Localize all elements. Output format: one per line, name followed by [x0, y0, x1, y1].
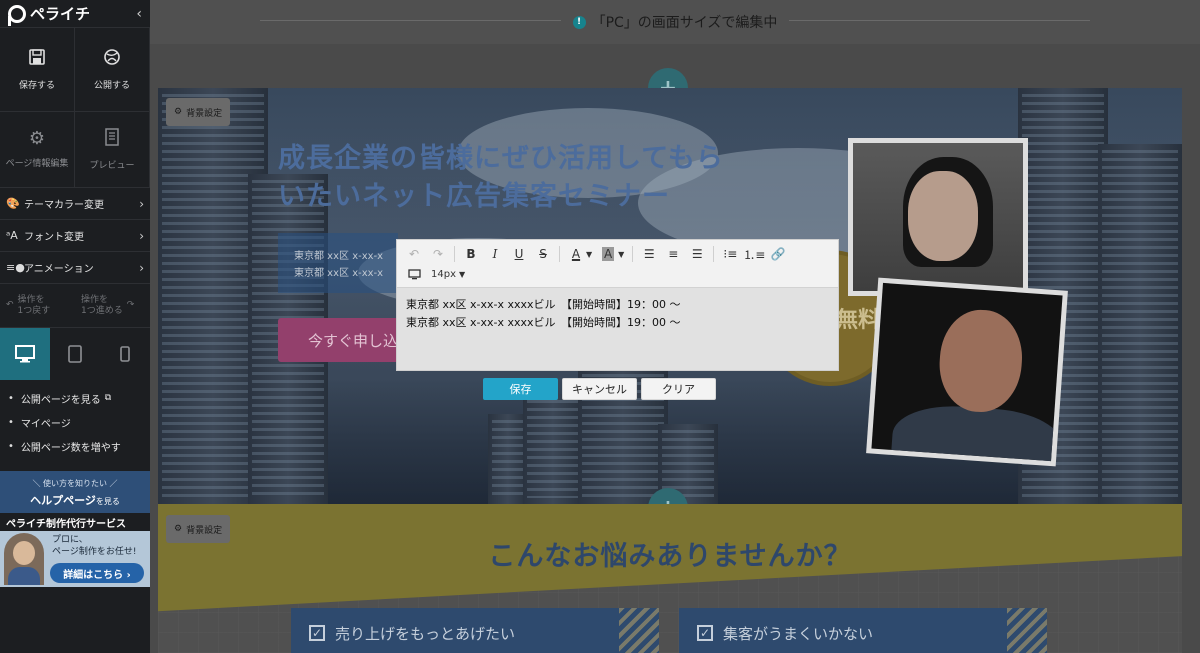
- logo-text: ペライチ: [30, 5, 91, 23]
- caret-down-icon: ▼: [459, 269, 466, 279]
- chevron-right-icon: ›: [139, 260, 144, 275]
- font-icon: ᵃA: [6, 229, 18, 242]
- redo-icon[interactable]: ↷: [427, 244, 449, 264]
- numbered-list-icon[interactable]: ⒈≡: [743, 244, 765, 264]
- bullet-list-icon[interactable]: ⁝≡: [719, 244, 741, 264]
- page-info-label: ページ情報編集: [5, 159, 69, 169]
- problems-title[interactable]: こんなお悩みありませんか？: [158, 534, 1182, 573]
- highlight-color-icon[interactable]: A: [597, 244, 619, 264]
- menu-theme-color[interactable]: 🎨 テーマカラー変更 ›: [0, 188, 150, 220]
- link-icon[interactable]: 🔗: [767, 244, 789, 264]
- hero-address-text[interactable]: 東京都 xx区 x-xx-x 東京都 xx区 x-xx-x: [294, 248, 383, 282]
- device-pc-button[interactable]: [0, 328, 50, 380]
- agency-service-banner[interactable]: ペライチ制作代行サービス プロに、 ページ制作をお任せ! 詳細はこちら ›: [0, 513, 150, 587]
- chevron-right-icon: ›: [139, 228, 144, 243]
- document-icon: [104, 128, 120, 150]
- strikethrough-icon[interactable]: S: [532, 244, 554, 264]
- align-right-icon[interactable]: ☰: [686, 244, 708, 264]
- logo-icon: [8, 4, 26, 26]
- logo-bar: ペライチ ‹: [0, 0, 150, 28]
- speaker-photo-man[interactable]: [866, 277, 1068, 467]
- help-page-banner[interactable]: ＼ 使い方を知りたい ／ ヘルプページを見る: [0, 471, 150, 515]
- agency-text: プロに、 ページ制作をお任せ!: [52, 535, 137, 557]
- device-smartphone-button[interactable]: [100, 328, 150, 380]
- chevron-right-icon: ›: [139, 196, 144, 211]
- speaker-photo-woman[interactable]: [848, 138, 1028, 296]
- editor-clear-button[interactable]: クリア: [641, 378, 716, 400]
- monitor-icon: [403, 264, 425, 284]
- external-link-icon: ⧉: [104, 393, 112, 403]
- globe-icon: [103, 48, 121, 70]
- rich-text-editor: ↶ ↷ B I U S A ▼ A ▼ ☰ ≡ ☰ ⁝≡ ⒈≡ 🔗 14px ▼…: [396, 239, 839, 371]
- hero-title[interactable]: 成長企業の皆様にぜひ活用してもら いたいネット広告集客セミナー: [278, 140, 724, 216]
- screen-size-bar: ! 「PC」の画面サイズで編集中: [150, 0, 1200, 44]
- action-grid: 保存する 公開する ⚙ ページ情報編集 プレビュー: [0, 28, 150, 188]
- editor-actions: 保存 キャンセル クリア: [483, 378, 716, 400]
- editor-save-button[interactable]: 保存: [483, 378, 558, 400]
- smartphone-icon: [120, 346, 130, 362]
- redo-icon: ↷: [126, 300, 135, 311]
- align-center-icon[interactable]: ≡: [662, 244, 684, 264]
- menu-font[interactable]: ᵃA フォント変更 ›: [0, 220, 150, 252]
- device-switcher: [0, 328, 150, 380]
- floppy-disk-icon: [28, 48, 46, 70]
- info-icon: !: [572, 15, 586, 29]
- agency-title: ペライチ制作代行サービス: [0, 513, 150, 531]
- font-size-dropdown[interactable]: 14px ▼: [431, 269, 465, 280]
- problem-card[interactable]: ✓ 集客がうまくいかない: [679, 608, 1047, 653]
- preview-label: プレビュー: [89, 161, 135, 171]
- page-info-button[interactable]: ⚙ ページ情報編集: [0, 112, 75, 188]
- undo-button[interactable]: ↶ 操作を 1つ戻す: [0, 284, 75, 327]
- editor-line: 東京都 xx区 x-xx-x xxxxビル 【開始時間】19：00 ～: [406, 316, 681, 329]
- undo-icon: ↶: [6, 300, 14, 311]
- screen-size-message: 「PC」の画面サイズで編集中: [591, 15, 778, 31]
- sidebar: ペライチ ‹ 保存する 公開する ⚙ ページ情報編集 プレビュー 🎨 テーマカラ…: [0, 0, 150, 653]
- device-tablet-button[interactable]: [50, 328, 100, 380]
- caret-down-icon[interactable]: ▼: [618, 250, 624, 259]
- editor-toolbar: ↶ ↷ B I U S A ▼ A ▼ ☰ ≡ ☰ ⁝≡ ⒈≡ 🔗 14px ▼: [397, 240, 838, 288]
- redo-button[interactable]: 操作を 1つ進める ↷: [75, 284, 150, 327]
- building-shape: [1098, 144, 1182, 504]
- editor-cancel-button[interactable]: キャンセル: [562, 378, 637, 400]
- gear-icon: ⚙: [28, 128, 46, 149]
- problems-section[interactable]: ⚙ 背景設定 こんなお悩みありませんか？ ✓ 売り上げをもっとあげたい ✓ 集客が…: [158, 504, 1182, 653]
- editor-line: 東京都 xx区 x-xx-x xxxxビル 【開始時間】19：00 ～: [406, 298, 681, 311]
- problem-card[interactable]: ✓ 売り上げをもっとあげたい: [291, 608, 659, 653]
- building-shape: [488, 414, 528, 504]
- text-color-icon[interactable]: A: [565, 244, 587, 264]
- save-label: 保存する: [18, 81, 55, 91]
- collapse-sidebar-button[interactable]: ‹: [136, 6, 142, 22]
- publish-label: 公開する: [93, 81, 130, 91]
- align-left-icon[interactable]: ☰: [638, 244, 660, 264]
- link-increase-pages[interactable]: 公開ページ数を増やす: [8, 434, 142, 458]
- menu-animation[interactable]: ≡● アニメーション ›: [0, 252, 150, 284]
- editor-content[interactable]: 東京都 xx区 x-xx-x xxxxビル 【開始時間】19：00 ～ 東京都 …: [397, 288, 838, 340]
- link-view-public-page[interactable]: 公開ページを見る⧉: [8, 386, 142, 410]
- background-settings-button[interactable]: ⚙ 背景設定: [166, 98, 231, 126]
- animation-icon: ≡●: [6, 261, 25, 274]
- checkbox-icon: ✓: [309, 625, 325, 641]
- checkbox-icon: ✓: [697, 625, 713, 641]
- preview-button[interactable]: プレビュー: [75, 112, 150, 188]
- save-button[interactable]: 保存する: [0, 28, 75, 112]
- italic-icon[interactable]: I: [484, 244, 506, 264]
- gear-icon: ⚙: [174, 524, 183, 534]
- agency-details-button[interactable]: 詳細はこちら ›: [50, 563, 144, 583]
- bold-icon[interactable]: B: [460, 244, 482, 264]
- caret-down-icon[interactable]: ▼: [586, 250, 592, 259]
- underline-icon[interactable]: U: [508, 244, 530, 264]
- link-my-page[interactable]: マイページ: [8, 410, 142, 434]
- sidebar-links: 公開ページを見る⧉ マイページ 公開ページ数を増やす: [0, 380, 150, 464]
- agency-avatar: [4, 533, 44, 585]
- palette-icon: 🎨: [6, 197, 20, 210]
- gear-icon: ⚙: [174, 107, 183, 117]
- undo-redo-row: ↶ 操作を 1つ戻す 操作を 1つ進める ↷: [0, 284, 150, 328]
- monitor-icon: [15, 345, 35, 363]
- publish-button[interactable]: 公開する: [75, 28, 150, 112]
- building-shape: [523, 394, 583, 504]
- undo-icon[interactable]: ↶: [403, 244, 425, 264]
- tablet-icon: [68, 345, 82, 363]
